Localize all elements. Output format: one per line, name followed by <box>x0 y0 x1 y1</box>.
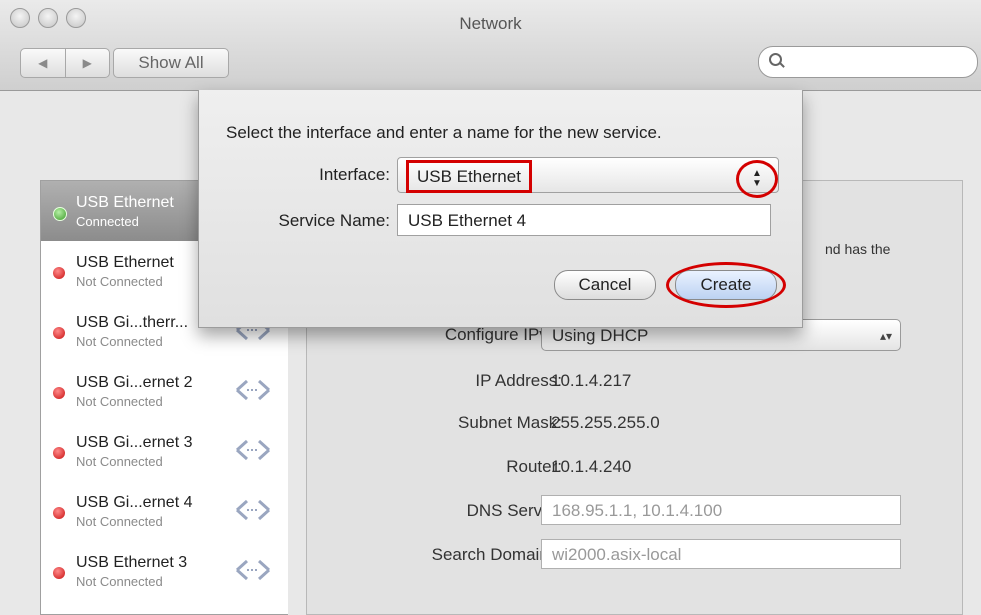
service-status: Not Connected <box>76 514 163 529</box>
service-name: USB Ethernet <box>76 254 174 271</box>
dns-server-field[interactable]: 168.95.1.1, 10.1.4.100 <box>541 495 901 525</box>
service-status: Not Connected <box>76 574 163 589</box>
service-status: Connected <box>76 214 139 229</box>
search-icon <box>769 53 782 66</box>
popup-stepper-icon: ▴▾ <box>879 329 892 343</box>
forward-arrow-icon[interactable]: ▶ <box>64 49 110 77</box>
window-titlebar: Network ◀ ▶ Show All <box>0 0 981 91</box>
ip-address-label: IP Address: <box>475 371 562 390</box>
ethernet-arrows-icon <box>235 559 271 581</box>
back-arrow-icon[interactable]: ◀ <box>21 49 65 77</box>
service-name: USB Gi...ernet 2 <box>76 374 193 391</box>
subnet-mask-label: Subnet Mask: <box>458 413 562 432</box>
service-status: Not Connected <box>76 454 163 469</box>
service-status: Not Connected <box>76 274 163 289</box>
interface-label: Interface: <box>319 165 390 184</box>
create-button[interactable]: Create <box>675 270 777 300</box>
configure-ipv4-value: Using DHCP <box>552 326 649 345</box>
search-input[interactable] <box>758 46 978 78</box>
service-name: USB Gi...therr... <box>76 314 189 331</box>
ethernet-arrows-icon <box>235 499 271 521</box>
show-all-button[interactable]: Show All <box>113 48 229 78</box>
service-item[interactable]: USB Ethernet 3 Not Connected <box>41 541 288 601</box>
status-connected-icon <box>53 207 67 221</box>
window-title: Network <box>459 14 522 33</box>
status-disconnected-icon <box>53 507 65 519</box>
ethernet-arrows-icon <box>235 439 271 461</box>
search-domains-field[interactable]: wi2000.asix-local <box>541 539 901 569</box>
service-status: Not Connected <box>76 334 163 349</box>
service-status: Not Connected <box>76 394 163 409</box>
status-disconnected-icon <box>53 327 65 339</box>
interface-value: USB Ethernet <box>406 160 532 193</box>
status-disconnected-icon <box>53 387 65 399</box>
status-disconnected-icon <box>53 447 65 459</box>
service-name-label: Service Name: <box>278 211 390 230</box>
sheet-prompt: Select the interface and enter a name fo… <box>226 123 662 142</box>
new-service-sheet: Select the interface and enter a name fo… <box>198 90 803 328</box>
interface-select[interactable]: USB Ethernet <box>397 157 779 193</box>
subnet-mask-value: 255.255.255.0 <box>551 413 660 432</box>
status-disconnected-icon <box>53 267 65 279</box>
interface-stepper-icon[interactable]: ▲ ▼ <box>736 160 778 198</box>
ip-address-value: 10.1.4.217 <box>551 371 632 390</box>
service-name: USB Gi...ernet 4 <box>76 494 193 511</box>
back-forward-control: ◀ ▶ <box>20 48 110 78</box>
cancel-button[interactable]: Cancel <box>554 270 656 300</box>
status-disconnected-icon <box>53 567 65 579</box>
router-value: 10.1.4.240 <box>551 457 632 476</box>
service-item[interactable]: USB Gi...ernet 2 Not Connected <box>41 361 288 421</box>
service-item[interactable]: USB Gi...ernet 3 Not Connected <box>41 421 288 481</box>
status-description: nd has the <box>825 241 891 257</box>
service-name: USB Ethernet 3 <box>76 554 188 571</box>
service-name-field[interactable]: USB Ethernet 4 <box>397 204 771 236</box>
service-item[interactable]: USB Gi...ernet 4 Not Connected <box>41 481 288 541</box>
ethernet-arrows-icon <box>235 379 271 401</box>
service-name: USB Gi...ernet 3 <box>76 434 193 451</box>
service-name: USB Ethernet <box>76 194 174 211</box>
